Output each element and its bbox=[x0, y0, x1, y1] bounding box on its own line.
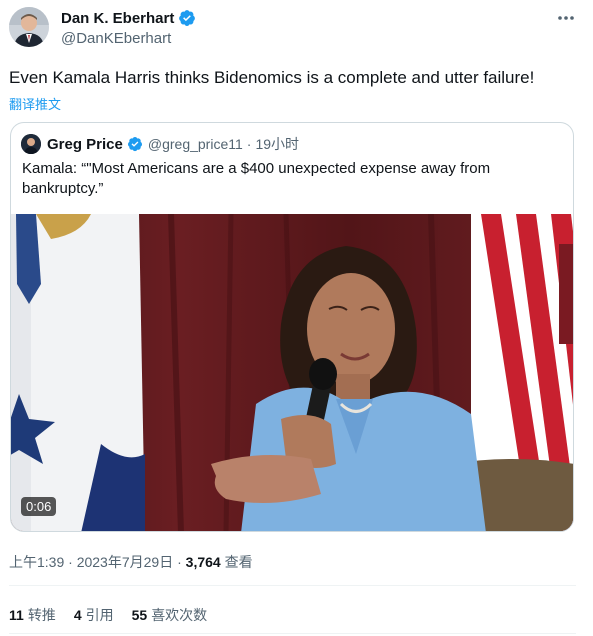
video-thumbnail bbox=[11, 214, 573, 531]
divider bbox=[9, 633, 576, 634]
likes-label: 喜欢次数 bbox=[151, 607, 208, 623]
quotes-label: 引用 bbox=[85, 607, 114, 623]
meta-separator: · bbox=[68, 554, 73, 570]
quoted-author-handle[interactable]: @greg_price11 bbox=[148, 136, 243, 152]
author-name[interactable]: Dan K. Eberhart bbox=[61, 10, 174, 27]
quotes-count: 4 bbox=[73, 607, 82, 623]
views-label: 查看 bbox=[224, 554, 253, 570]
more-options-icon[interactable] bbox=[555, 9, 577, 27]
meta-separator: · bbox=[177, 554, 182, 570]
quoted-tweet[interactable]: Greg Price @greg_price11 · 19小时 Kamala: … bbox=[10, 122, 574, 532]
video-player[interactable]: 0:06 bbox=[11, 214, 573, 531]
engagement-stats: 11 转推 4 引用 55 喜欢次数 bbox=[9, 605, 225, 625]
tweet-metadata: 上午1:39 · 2023年7月29日 · 3,764 查看 bbox=[9, 552, 253, 572]
verified-badge-icon bbox=[127, 136, 143, 152]
author-name-row: Dan K. Eberhart bbox=[61, 9, 196, 27]
divider bbox=[9, 585, 576, 586]
video-duration: 0:06 bbox=[21, 497, 57, 516]
tweet-text: Even Kamala Harris thinks Bidenomics is … bbox=[9, 68, 535, 87]
quoted-author-name[interactable]: Greg Price bbox=[47, 136, 123, 153]
retweets-label: 转推 bbox=[27, 607, 56, 623]
tweet-time[interactable]: 上午1:39 bbox=[9, 554, 64, 570]
quoted-tweet-header: Greg Price @greg_price11 · 19小时 bbox=[21, 134, 299, 154]
quoted-timestamp[interactable]: 19小时 bbox=[255, 134, 299, 154]
retweets-stat[interactable]: 11 转推 bbox=[9, 605, 56, 625]
author-avatar[interactable] bbox=[9, 7, 49, 47]
avatar-image bbox=[9, 7, 49, 47]
quoted-tweet-text: Kamala: “"Most Americans are a $400 unex… bbox=[22, 160, 491, 197]
retweets-count: 11 bbox=[9, 607, 24, 623]
views-count: 3,764 bbox=[185, 554, 221, 570]
likes-stat[interactable]: 55 喜欢次数 bbox=[132, 605, 208, 625]
quoted-author-avatar[interactable] bbox=[21, 134, 41, 154]
author-handle[interactable]: @DanKEberhart bbox=[61, 30, 171, 47]
quotes-stat[interactable]: 4 引用 bbox=[74, 605, 114, 625]
quoted-separator: · bbox=[246, 136, 252, 152]
translate-tweet-link[interactable]: 翻译推文 bbox=[9, 94, 61, 113]
verified-badge-icon bbox=[178, 9, 196, 27]
tweet-date[interactable]: 2023年7月29日 bbox=[77, 554, 174, 570]
tweet-card: Dan K. Eberhart @DanKEberhart Even Kamal… bbox=[0, 0, 593, 636]
likes-count: 55 bbox=[131, 607, 148, 623]
